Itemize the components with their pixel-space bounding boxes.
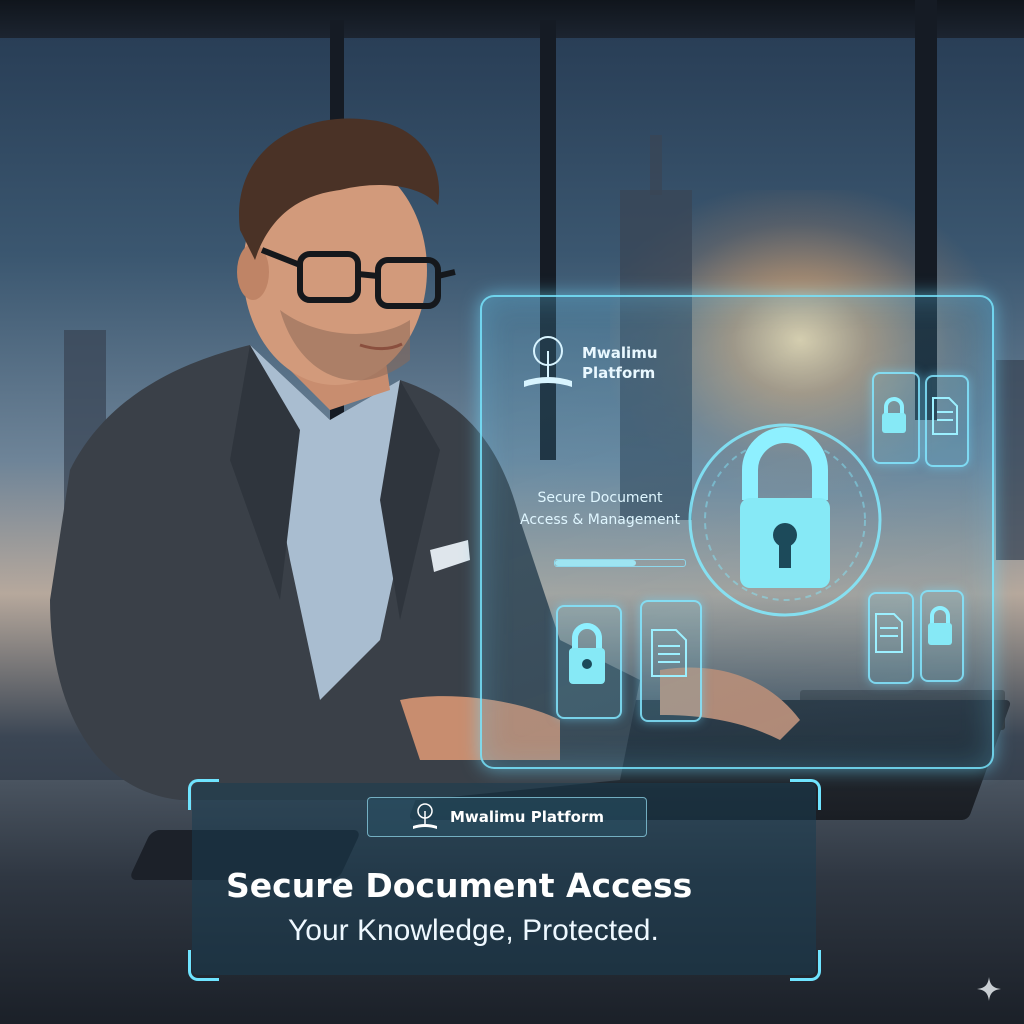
frame-corner bbox=[790, 950, 821, 981]
padlock-icon bbox=[882, 397, 906, 433]
hologram-progress-fill bbox=[555, 560, 636, 566]
padlock-icon bbox=[688, 423, 882, 617]
document-icon bbox=[932, 397, 958, 435]
book-tree-logo-icon bbox=[412, 803, 437, 829]
frame-corner bbox=[790, 779, 821, 810]
frame-corner bbox=[188, 950, 219, 981]
hologram-title: Secure Document Access & Management bbox=[520, 490, 680, 528]
hologram-progress-bar bbox=[554, 559, 686, 567]
padlock-icon bbox=[569, 623, 605, 684]
document-icon bbox=[875, 613, 903, 653]
book-tree-logo-icon bbox=[524, 336, 572, 387]
sparkle-icon bbox=[977, 977, 1001, 1001]
badge-label: Mwalimu Platform bbox=[449, 808, 604, 826]
headline: Secure Document Access bbox=[226, 866, 693, 905]
frame-corner bbox=[188, 779, 219, 810]
tagline: Your Knowledge, Protected. bbox=[288, 914, 659, 947]
padlock-icon bbox=[928, 606, 952, 645]
document-icon bbox=[651, 629, 687, 677]
brand-badge: Mwalimu Platform bbox=[367, 797, 647, 837]
hologram-brand-name: Mwalimu Platform bbox=[582, 344, 658, 382]
office-scene: Mwalimu Platform Secure Document Access … bbox=[0, 0, 1024, 1024]
